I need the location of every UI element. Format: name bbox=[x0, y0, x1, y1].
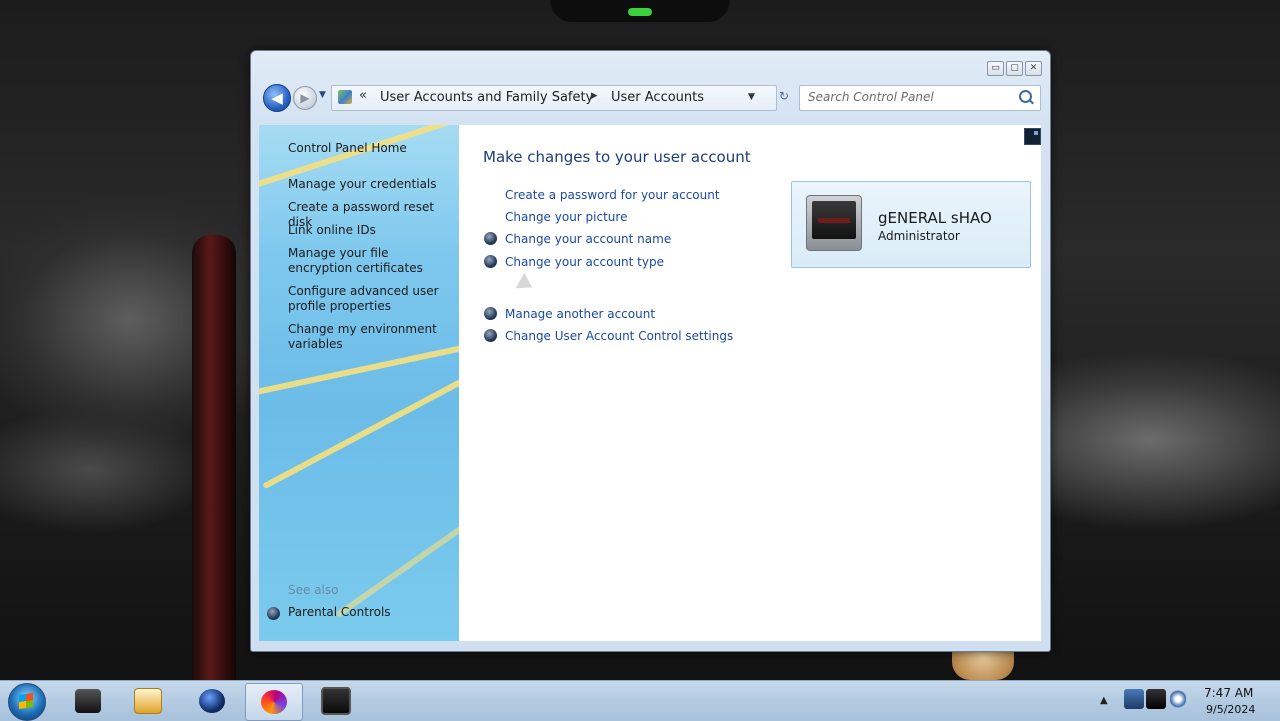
shield-icon bbox=[484, 232, 497, 245]
search-input[interactable] bbox=[802, 88, 1014, 106]
taskbar-item-monitor[interactable] bbox=[308, 683, 364, 719]
create-password-link[interactable]: Create a password for your account bbox=[505, 188, 720, 202]
address-bar: ◀ ▶ ▼ « User Accounts and Family Safety … bbox=[263, 83, 1041, 113]
taskbar: ▲ 7:47 AM 9/5/2024 bbox=[0, 680, 1280, 721]
back-arrow-icon: ◀ bbox=[271, 89, 283, 107]
account-role: Administrator bbox=[878, 229, 960, 243]
window-controls: ▭ ▢ ✕ bbox=[987, 61, 1042, 76]
clock-time[interactable]: 7:47 AM bbox=[1204, 686, 1253, 700]
volume-icon[interactable] bbox=[1170, 689, 1186, 709]
display-tray-icon[interactable] bbox=[1146, 689, 1166, 709]
change-account-type-link[interactable]: Change your account type bbox=[505, 255, 664, 269]
breadcrumb[interactable]: « User Accounts and Family Safety ▸ User… bbox=[331, 85, 777, 111]
control-panel-icon bbox=[338, 90, 352, 104]
forward-button[interactable]: ▶ bbox=[293, 86, 317, 110]
refresh-button[interactable]: ↻ bbox=[779, 89, 789, 103]
desktop-wallpaper-orb bbox=[550, 0, 730, 22]
account-name: gENERAL sHAO bbox=[878, 209, 992, 227]
see-also-heading: See also bbox=[288, 583, 339, 597]
search-icon[interactable] bbox=[1019, 90, 1032, 103]
breadcrumb-user-accounts[interactable]: User Accounts bbox=[611, 90, 704, 105]
shield-icon bbox=[484, 255, 497, 268]
advanced-profile-properties-link[interactable]: Configure advanced user profile properti… bbox=[288, 284, 456, 314]
media-player-icon bbox=[134, 688, 162, 714]
pane-decoration bbox=[335, 498, 459, 618]
firefox-icon bbox=[261, 690, 287, 714]
maximize-button[interactable]: ▢ bbox=[1006, 61, 1023, 76]
start-button[interactable] bbox=[8, 683, 46, 721]
parental-controls-link[interactable]: Parental Controls bbox=[288, 605, 391, 619]
address-history-dropdown[interactable]: ▼ bbox=[748, 92, 755, 102]
folder-icon bbox=[75, 689, 101, 713]
breadcrumb-user-accounts-family-safety[interactable]: User Accounts and Family Safety bbox=[380, 90, 593, 105]
shield-icon bbox=[484, 307, 497, 320]
desktop-wallpaper-pillar bbox=[192, 235, 236, 680]
taskbar-item-globe[interactable] bbox=[184, 683, 240, 719]
shield-icon bbox=[484, 329, 497, 342]
link-online-ids-link[interactable]: Link online IDs bbox=[288, 223, 456, 238]
globe-icon bbox=[199, 689, 225, 713]
file-encryption-certificates-link[interactable]: Manage your file encryption certificates bbox=[288, 246, 456, 276]
uac-settings-link[interactable]: Change User Account Control settings bbox=[505, 329, 733, 343]
user-accounts-window: ▭ ▢ ✕ ◀ ▶ ▼ « User Accounts and Family S… bbox=[250, 50, 1051, 652]
breadcrumb-overflow[interactable]: « bbox=[359, 88, 367, 103]
manage-another-account-link[interactable]: Manage another account bbox=[505, 307, 655, 321]
change-picture-link[interactable]: Change your picture bbox=[505, 210, 627, 224]
recent-pages-dropdown[interactable]: ▼ bbox=[319, 90, 326, 100]
manage-credentials-link[interactable]: Manage your credentials bbox=[288, 177, 456, 192]
avatar[interactable] bbox=[806, 195, 862, 251]
clock-date[interactable]: 9/5/2024 bbox=[1206, 703, 1255, 716]
search-box bbox=[799, 85, 1041, 111]
taskbar-item-firefox[interactable] bbox=[245, 683, 303, 721]
help-icon[interactable] bbox=[1024, 128, 1041, 145]
show-hidden-icons-button[interactable]: ▲ bbox=[1100, 695, 1108, 706]
left-navigation-pane: Control Panel Home Manage your credentia… bbox=[259, 125, 459, 641]
control-panel-home-link[interactable]: Control Panel Home bbox=[288, 141, 456, 156]
mouse-cursor-icon bbox=[515, 272, 537, 296]
minimize-button[interactable]: ▭ bbox=[987, 61, 1004, 76]
page-title: Make changes to your user account bbox=[483, 148, 751, 166]
breadcrumb-separator[interactable]: ▸ bbox=[591, 88, 598, 103]
monitor-icon bbox=[321, 687, 351, 715]
taskbar-item-file-explorer[interactable] bbox=[60, 683, 116, 719]
network-tray-icon[interactable] bbox=[1124, 689, 1144, 709]
account-tile: gENERAL sHAO Administrator bbox=[791, 181, 1031, 268]
main-content-pane: Make changes to your user account Create… bbox=[459, 125, 1041, 641]
forward-arrow-icon: ▶ bbox=[300, 91, 310, 105]
taskbar-item-media-player[interactable] bbox=[120, 683, 176, 719]
windows-logo-icon bbox=[19, 693, 33, 709]
environment-variables-link[interactable]: Change my environment variables bbox=[288, 322, 456, 352]
close-button[interactable]: ✕ bbox=[1025, 61, 1042, 76]
change-account-name-link[interactable]: Change your account name bbox=[505, 232, 671, 246]
shield-icon bbox=[267, 607, 280, 620]
back-button[interactable]: ◀ bbox=[263, 84, 291, 112]
